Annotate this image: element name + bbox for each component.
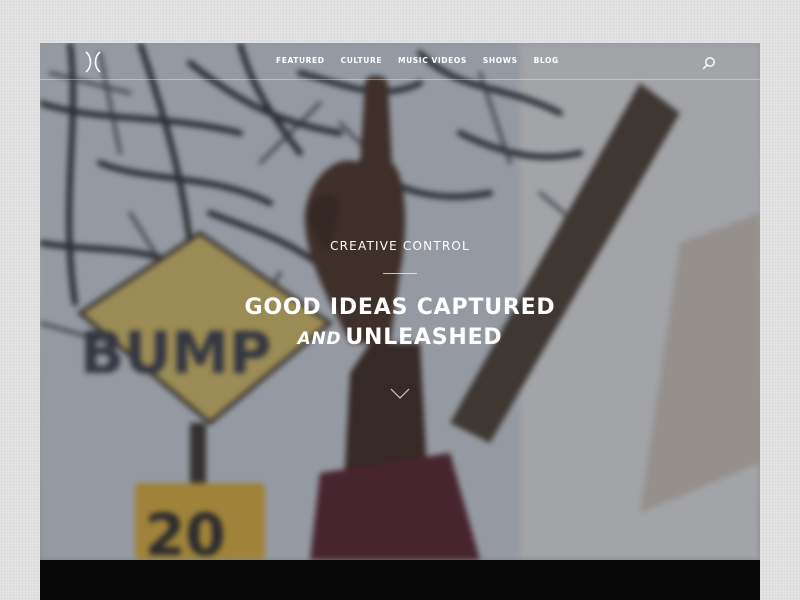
nav-item-music-videos[interactable]: MUSIC VIDEOS [398, 56, 467, 65]
headline-line-1: GOOD IDEAS CAPTURED [244, 295, 556, 320]
hero-kicker: CREATIVE CONTROL [330, 239, 470, 253]
hero-divider [383, 273, 417, 274]
nav-item-featured[interactable]: FEATURED [276, 56, 325, 65]
nav-item-shows[interactable]: SHOWS [483, 56, 518, 65]
chevron-down-icon[interactable] [390, 385, 410, 399]
search-icon[interactable] [702, 55, 716, 70]
nav-item-blog[interactable]: BLOG [534, 56, 559, 65]
headline-unleashed: UNLEASHED [345, 325, 503, 350]
top-navigation: FEATURED CULTURE MUSIC VIDEOS SHOWS BLOG [40, 43, 760, 80]
nav-item-culture[interactable]: CULTURE [341, 56, 382, 65]
bottom-bar [40, 560, 760, 600]
headline-and: AND [297, 329, 342, 349]
hero-headline: GOOD IDEAS CAPTURED AND UNLEASHED [40, 293, 760, 354]
logo-icon[interactable] [83, 51, 103, 73]
nav-links: FEATURED CULTURE MUSIC VIDEOS SHOWS BLOG [276, 56, 575, 65]
headline-line-2: AND UNLEASHED [40, 323, 760, 354]
site-frame: BUMP 20 FEATURED CULTURE MUSIC VIDEOS SH… [40, 43, 760, 600]
